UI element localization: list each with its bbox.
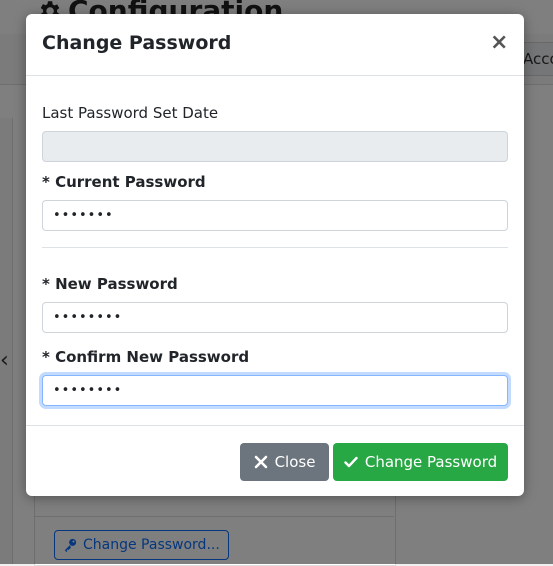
confirm-new-password-input[interactable]: •••••••• [42,375,508,406]
change-password-submit-label: Change Password [364,453,498,471]
change-password-submit-button[interactable]: Change Password [333,443,508,481]
new-password-label: * New Password [42,275,178,293]
current-password-input[interactable]: ••••••• [42,200,508,231]
confirm-new-password-label: * Confirm New Password [42,348,250,366]
close-button-label: Close [274,453,316,471]
last-password-set-date-label: Last Password Set Date [42,104,219,122]
modal-footer: Close Change Password [26,425,524,496]
change-password-modal: Change Password × Last Password Set Date… [26,14,524,496]
form-divider [42,247,508,248]
current-password-label: * Current Password [42,173,206,191]
new-password-input[interactable]: •••••••• [42,302,508,333]
last-password-set-date-field [42,131,508,162]
times-icon [254,455,267,469]
close-button[interactable]: Close [240,443,329,481]
modal-title: Change Password [42,32,232,54]
modal-header: Change Password × [26,14,524,76]
check-icon [344,456,358,468]
close-icon[interactable]: × [490,32,508,54]
